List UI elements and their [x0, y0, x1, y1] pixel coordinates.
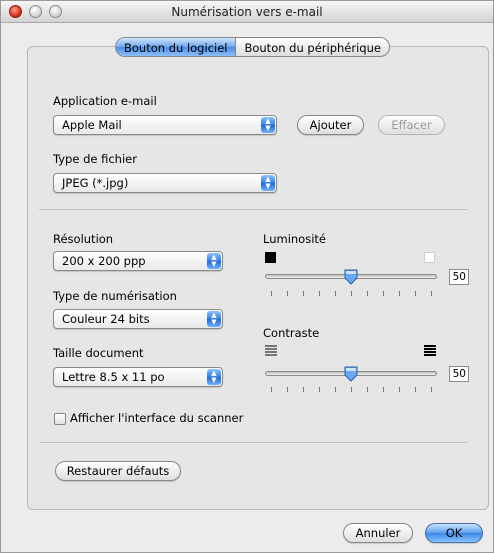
- ok-button[interactable]: OK: [425, 523, 483, 543]
- black-square-icon: [265, 252, 276, 263]
- contrast-value-field[interactable]: 50: [449, 366, 469, 382]
- tab-bar: Bouton du logiciel Bouton du périphériqu…: [115, 37, 390, 57]
- doc-size-label: Taille document: [53, 346, 144, 360]
- resolution-value: 200 x 200 ppp: [62, 254, 146, 268]
- up-down-arrows-icon: ▲ ▼: [207, 253, 221, 269]
- email-app-select[interactable]: Apple Mail ▲ ▼: [53, 115, 277, 135]
- up-down-arrows-icon: ▲ ▼: [207, 369, 221, 385]
- contrast-label: Contraste: [263, 326, 320, 340]
- contrast-slider-knob[interactable]: [344, 366, 358, 382]
- scan-type-select[interactable]: Couleur 24 bits ▲ ▼: [53, 309, 223, 329]
- dialog-window: Numérisation vers e-mail Bouton du logic…: [0, 0, 494, 553]
- file-type-value: JPEG (*.jpg): [62, 176, 129, 190]
- window-title: Numérisation vers e-mail: [171, 5, 323, 19]
- brightness-value-field[interactable]: 50: [449, 269, 469, 285]
- delete-button[interactable]: Effacer: [378, 115, 445, 135]
- email-app-value: Apple Mail: [62, 118, 122, 132]
- file-type-label: Type de fichier: [53, 152, 137, 166]
- tab-device-button[interactable]: Bouton du périphérique: [235, 38, 389, 56]
- brightness-label: Luminosité: [263, 232, 326, 246]
- email-app-label: Application e-mail: [53, 94, 157, 108]
- up-down-arrows-icon: ▲ ▼: [207, 311, 221, 327]
- contrast-ticks: [271, 387, 432, 392]
- title-bar[interactable]: Numérisation vers e-mail: [1, 1, 493, 23]
- brightness-ticks: [271, 291, 432, 296]
- scan-type-value: Couleur 24 bits: [62, 312, 150, 326]
- up-down-arrows-icon: ▲ ▼: [261, 175, 275, 191]
- brightness-slider-knob[interactable]: [344, 269, 358, 285]
- add-button[interactable]: Ajouter: [297, 115, 364, 135]
- file-type-select[interactable]: JPEG (*.jpg) ▲ ▼: [53, 173, 277, 193]
- tab-software-button[interactable]: Bouton du logiciel: [116, 38, 236, 56]
- scan-type-label: Type de numérisation: [53, 289, 177, 303]
- cancel-button[interactable]: Annuler: [343, 523, 413, 543]
- white-square-icon: [424, 252, 435, 263]
- doc-size-value: Lettre 8.5 x 11 po: [62, 370, 165, 384]
- restore-defaults-button[interactable]: Restaurer défauts: [55, 461, 181, 481]
- divider: [39, 209, 467, 210]
- resolution-label: Résolution: [53, 232, 114, 246]
- show-scanner-ui-checkbox[interactable]: [54, 413, 66, 425]
- high-contrast-lines-icon: [424, 345, 436, 356]
- up-down-arrows-icon: ▲ ▼: [261, 117, 275, 133]
- show-scanner-ui-label: Afficher l'interface du scanner: [70, 411, 244, 425]
- divider: [39, 442, 467, 443]
- resolution-select[interactable]: 200 x 200 ppp ▲ ▼: [53, 251, 223, 271]
- doc-size-select[interactable]: Lettre 8.5 x 11 po ▲ ▼: [53, 367, 223, 387]
- low-contrast-lines-icon: [265, 345, 277, 356]
